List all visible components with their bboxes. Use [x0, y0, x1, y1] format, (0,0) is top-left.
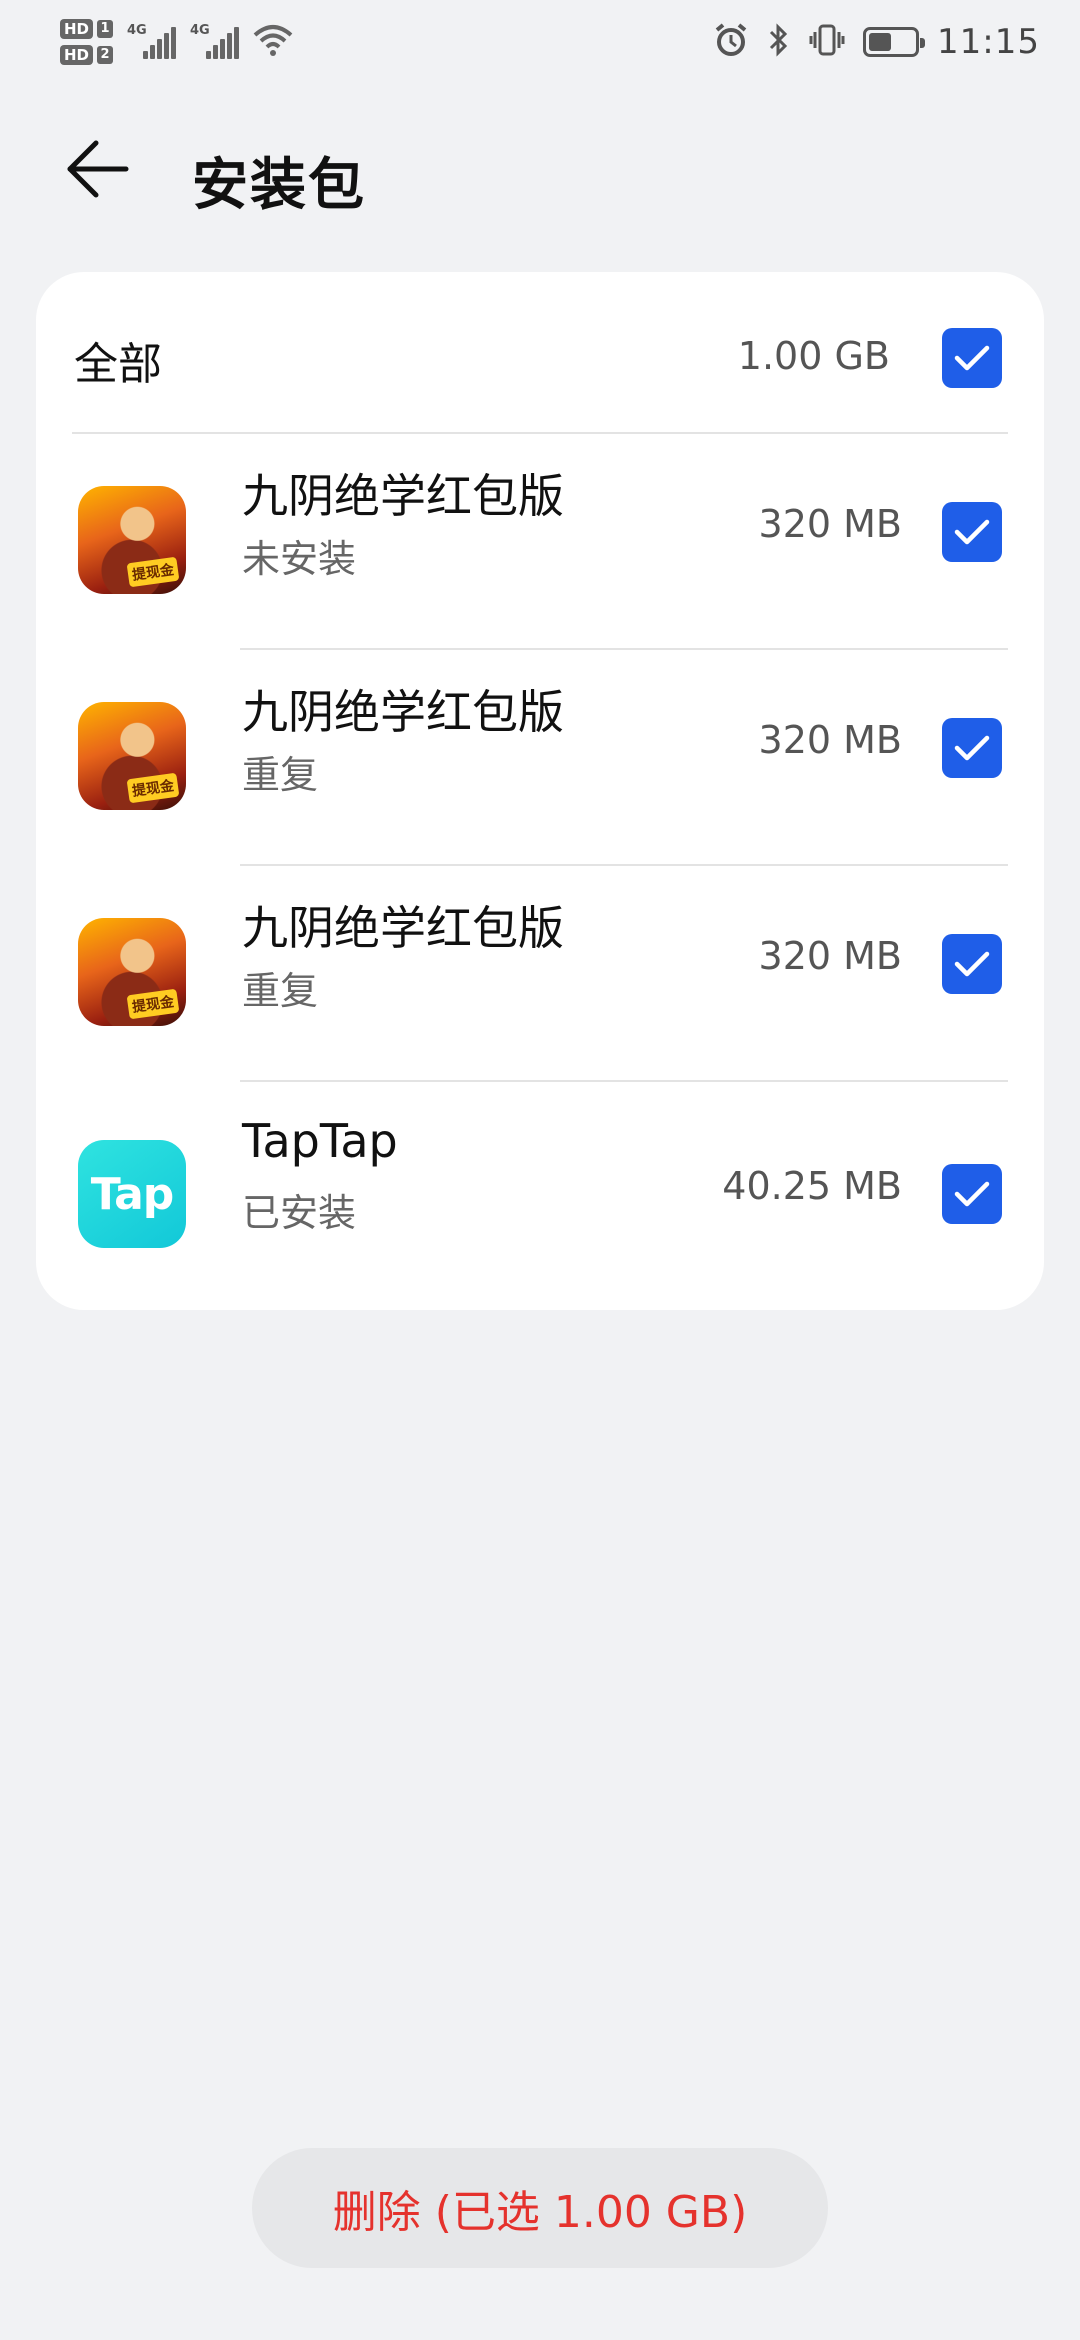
item-checkbox[interactable]: [942, 502, 1002, 562]
list-item[interactable]: 提现金 九阴绝学红包版 未安装 320 MB: [36, 432, 1044, 648]
wifi-icon: [253, 23, 293, 61]
app-name: TapTap: [242, 1114, 398, 1168]
sim-number: 1: [97, 20, 114, 38]
game-icon: 提现金: [78, 702, 186, 810]
taptap-icon: Tap: [78, 1140, 186, 1248]
icon-badge: 提现金: [126, 772, 180, 804]
app-size: 320 MB: [758, 934, 902, 978]
app-size: 40.25 MB: [722, 1164, 902, 1208]
bluetooth-icon: [767, 22, 791, 62]
item-checkbox[interactable]: [942, 934, 1002, 994]
status-right: 11:15: [713, 14, 1040, 70]
battery-icon: [863, 27, 926, 57]
checkmark-icon: [954, 735, 990, 761]
game-icon: 提现金: [78, 486, 186, 594]
sim-indicators: HD 1 HD 2: [60, 19, 114, 65]
game-icon: 提现金: [78, 918, 186, 1026]
app-name: 九阴绝学红包版: [242, 469, 564, 523]
item-checkbox[interactable]: [942, 1164, 1002, 1224]
list-item[interactable]: 提现金 九阴绝学红包版 重复 320 MB: [36, 864, 1044, 1080]
signal-icon: 4G: [127, 23, 177, 59]
status-bar: HD 1 HD 2 4G 4G 11:15: [0, 0, 1080, 84]
clock: 11:15: [937, 22, 1040, 62]
app-status: 未安装: [242, 537, 357, 581]
sim1-indicator: HD 1: [60, 19, 114, 39]
select-all-row[interactable]: 全部 1.00 GB: [36, 272, 1044, 432]
item-checkbox[interactable]: [942, 718, 1002, 778]
select-all-label: 全部: [74, 339, 162, 390]
sim2-indicator: HD 2: [60, 45, 114, 65]
list-item[interactable]: 提现金 九阴绝学红包版 重复 320 MB: [36, 648, 1044, 864]
back-button[interactable]: [66, 134, 146, 204]
checkmark-icon: [954, 951, 990, 977]
icon-badge: 提现金: [126, 988, 180, 1020]
app-status: 重复: [242, 969, 319, 1013]
status-left: HD 1 HD 2 4G 4G: [60, 12, 293, 72]
delete-button[interactable]: 删除 (已选 1.00 GB): [252, 2148, 828, 2268]
app-status: 重复: [242, 753, 319, 797]
app-status: 已安装: [242, 1191, 357, 1235]
network-type: 4G: [127, 23, 147, 38]
app-name: 九阴绝学红包版: [242, 901, 564, 955]
total-size: 1.00 GB: [737, 334, 890, 378]
alarm-icon: [713, 22, 749, 62]
signal-icon: 4G: [190, 23, 240, 59]
page-title: 安装包: [192, 153, 366, 218]
hd-badge: HD: [60, 45, 94, 65]
screen: HD 1 HD 2 4G 4G 11:15 安装包 全部 1.00 GB 提现金…: [0, 0, 1080, 2340]
arrow-left-icon: [67, 140, 129, 198]
select-all-checkbox[interactable]: [942, 328, 1002, 388]
checkmark-icon: [954, 345, 990, 371]
list-item[interactable]: Tap TapTap 已安装 40.25 MB: [36, 1080, 1044, 1296]
app-name: 九阴绝学红包版: [242, 685, 564, 739]
hd-badge: HD: [60, 19, 94, 39]
package-list-card: 全部 1.00 GB 提现金 九阴绝学红包版 未安装 320 MB 提现金 九阴…: [36, 272, 1044, 1310]
app-size: 320 MB: [758, 718, 902, 762]
icon-badge: 提现金: [126, 556, 180, 588]
vibrate-icon: [809, 22, 845, 62]
app-size: 320 MB: [758, 502, 902, 546]
header: 安装包: [0, 120, 1080, 220]
checkmark-icon: [954, 1181, 990, 1207]
network-type: 4G: [190, 23, 210, 38]
checkmark-icon: [954, 519, 990, 545]
sim-number: 2: [97, 46, 114, 64]
